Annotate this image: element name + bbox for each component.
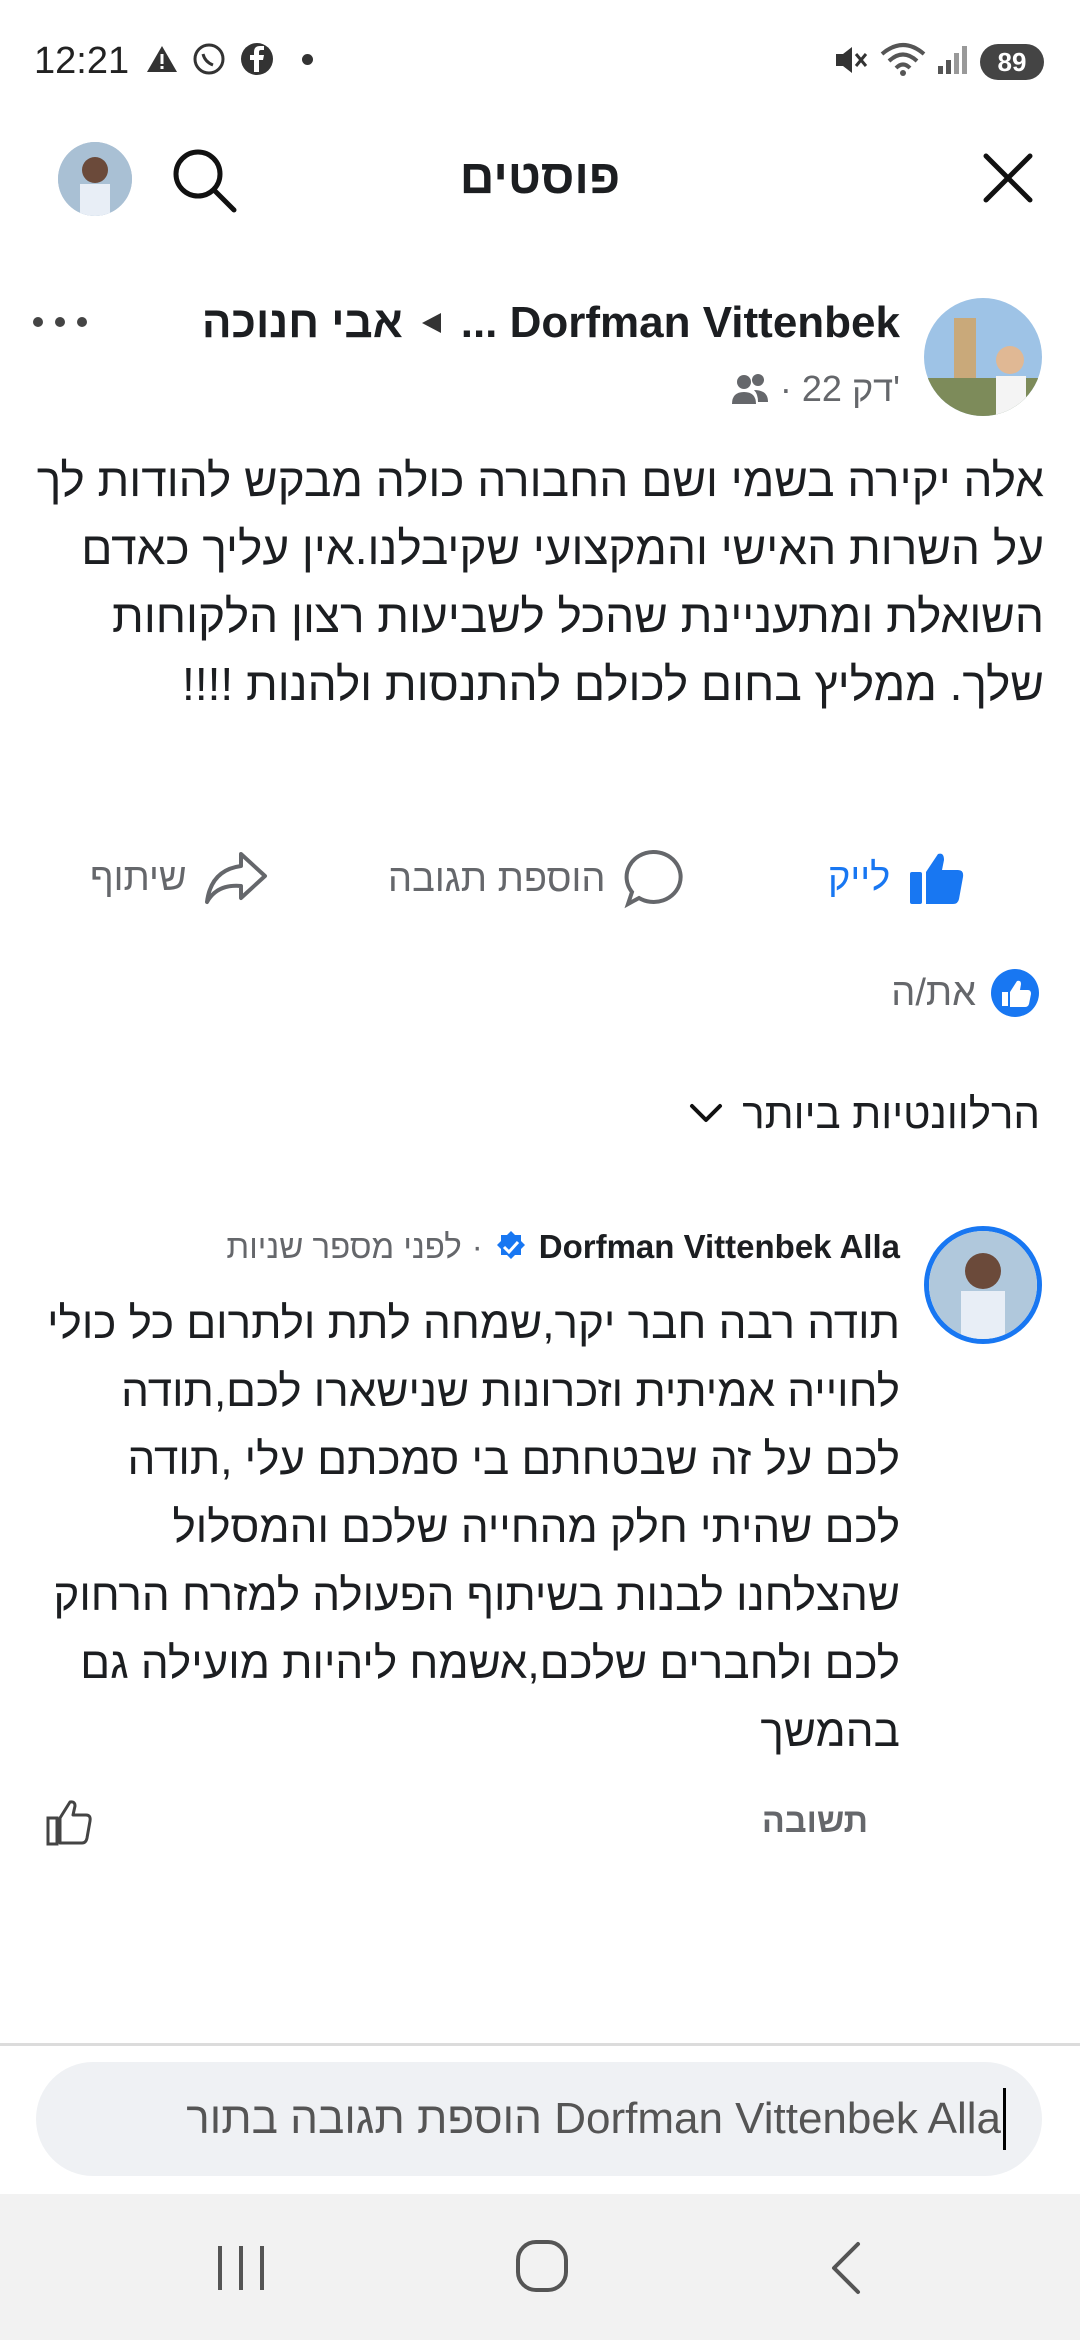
- wifi-icon: [880, 43, 926, 76]
- meta-separator: ·: [779, 368, 792, 409]
- post-author-avatar[interactable]: [924, 298, 1042, 416]
- page-title: פוסטים: [459, 151, 621, 204]
- post-body: אלה יקירה בשמי ושם החבורה כולה מבקש להוד…: [36, 454, 1044, 710]
- reactions-summary[interactable]: את/ה: [891, 968, 1040, 1018]
- reactions-label: את/ה: [891, 971, 976, 1014]
- comment-author-avatar[interactable]: [924, 1226, 1042, 1344]
- reply-input[interactable]: הוספת תגובה בתור Dorfman Vittenbek Alla: [36, 2062, 1042, 2176]
- status-time: 12:21: [34, 40, 130, 82]
- post-meta: · 22 דק': [730, 368, 900, 410]
- like-button[interactable]: לייק: [828, 848, 966, 908]
- facebook-icon: [241, 43, 273, 75]
- whatsapp-icon: [193, 43, 225, 75]
- group-name[interactable]: אבי חנוכה: [202, 298, 403, 348]
- comment-bubble-icon: [623, 849, 683, 909]
- comment-button[interactable]: הוספת תגובה: [388, 848, 684, 910]
- close-icon[interactable]: [978, 148, 1038, 208]
- comment-body: תודה רבה חבר יקר,שמחה לתת ולתרום כל כולי…: [47, 1299, 900, 1756]
- warning-icon: [147, 46, 177, 72]
- back-icon[interactable]: [826, 2240, 866, 2296]
- post-time: 22 דק': [801, 368, 900, 409]
- thumbs-up-icon: [910, 853, 964, 904]
- chevron-down-icon: [690, 1104, 723, 1122]
- comment-header: לפני מספר שניות · Dorfman Vittenbek Alla: [226, 1228, 900, 1266]
- divider: [0, 2043, 1080, 2046]
- like-label: לייק: [828, 856, 891, 899]
- share-label: שיתוף: [90, 856, 187, 899]
- comments-sort-dropdown[interactable]: הרלוונטיות ביותר: [688, 1090, 1040, 1138]
- recent-apps-icon[interactable]: [214, 2240, 268, 2296]
- verified-badge-icon: [496, 1231, 525, 1259]
- triangle-arrow-icon: [421, 313, 441, 333]
- friends-audience-icon: [731, 374, 768, 404]
- home-icon[interactable]: [514, 2238, 570, 2294]
- signal-icon: [938, 46, 967, 74]
- share-button[interactable]: שיתוף: [90, 848, 269, 908]
- comment-author-name[interactable]: Dorfman Vittenbek Alla: [539, 1228, 900, 1266]
- battery-indicator: 89: [980, 44, 1044, 80]
- comment-label: הוספת תגובה: [388, 857, 606, 900]
- reply-input-value: הוספת תגובה בתור Dorfman Vittenbek Alla: [186, 2094, 1001, 2143]
- reply-button[interactable]: תשובה: [762, 1802, 868, 1841]
- post-author-line: אבי חנוכה ... Dorfman Vittenbek: [202, 298, 900, 348]
- comment-like-icon[interactable]: [44, 1796, 96, 1848]
- dot-icon: [302, 54, 313, 65]
- text-cursor: [1003, 2088, 1006, 2150]
- sort-label: הרלוונטיות ביותר: [742, 1090, 1040, 1137]
- like-reaction-icon: [991, 969, 1039, 1017]
- comment-separator: ·: [471, 1228, 483, 1265]
- post-author-name[interactable]: ... Dorfman Vittenbek: [461, 298, 900, 348]
- mute-icon: [836, 47, 868, 73]
- share-arrow-icon: [204, 852, 267, 904]
- comment-time: לפני מספר שניות: [226, 1228, 462, 1265]
- more-options-icon[interactable]: [30, 312, 90, 332]
